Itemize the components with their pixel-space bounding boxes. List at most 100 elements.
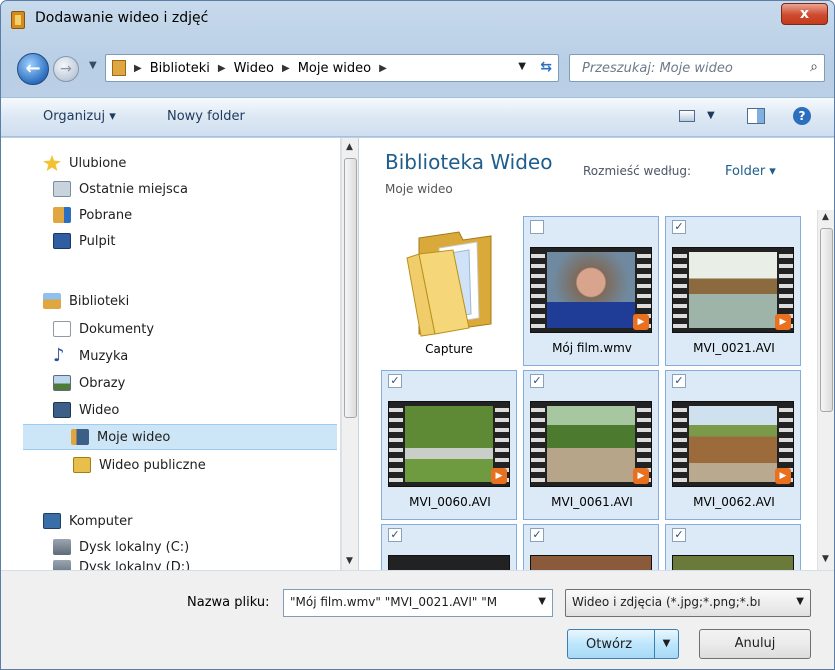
nav-label: Obrazy — [79, 375, 126, 391]
close-button[interactable]: x — [781, 3, 828, 25]
nav-label: Moje wideo — [97, 429, 171, 445]
title-bar[interactable]: Dodawanie wideo i zdjęć x — [1, 1, 834, 39]
video-item[interactable]: ▶ Mój film.wmv — [523, 216, 659, 366]
search-placeholder: Przeszukaj: Moje wideo — [582, 61, 733, 76]
item-checkbox[interactable]: ✓ — [672, 220, 686, 234]
organize-button[interactable]: Organizuj ▾ — [43, 109, 116, 124]
scroll-up-icon[interactable]: ▲ — [822, 212, 829, 222]
preview-pane-icon[interactable] — [747, 108, 765, 124]
nav-label: Dysk lokalny (C:) — [79, 539, 190, 555]
play-icon: ▶ — [775, 468, 791, 484]
recent-places-icon — [53, 181, 71, 197]
library-icon — [112, 60, 126, 76]
video-thumbnail: ▶ — [672, 401, 794, 487]
recent-pages-dropdown-icon[interactable]: ▼ — [89, 60, 97, 71]
video-item[interactable]: ✓ ▶ MVI_0021.AVI — [665, 216, 801, 366]
search-input[interactable]: Przeszukaj: Moje wideo ⌕ — [569, 54, 825, 82]
address-dropdown-icon[interactable]: ▼ — [518, 61, 526, 72]
video-item[interactable]: ✓ ▶ MVI_0060.AVI — [381, 370, 517, 520]
file-list: Biblioteka Wideo Moje wideo Rozmieść wed… — [359, 138, 834, 573]
item-name: Capture — [425, 342, 473, 356]
nav-label: Muzyka — [79, 348, 129, 364]
breadcrumb-separator-icon[interactable]: ▶ — [218, 63, 226, 74]
item-checkbox[interactable]: ✓ — [530, 528, 544, 542]
video-thumbnail: ▶ — [672, 247, 794, 333]
video-item[interactable]: ✓ — [665, 524, 801, 573]
filename-label: Nazwa pliku: — [187, 595, 270, 610]
view-dropdown-icon[interactable]: ▼ — [707, 110, 715, 121]
filetype-select[interactable]: Wideo i zdjęcia (*.jpg;*.png;*.bı ▼ — [565, 589, 811, 617]
nav-label: Pobrane — [79, 207, 133, 223]
video-thumbnail: ▶ — [388, 401, 510, 487]
nav-item-libraries[interactable]: Biblioteki — [43, 288, 383, 314]
refresh-icon[interactable]: ⇆ — [540, 59, 552, 75]
nav-label: Komputer — [69, 513, 133, 529]
filename-input[interactable]: "Mój film.wmv" "MVI_0021.AVI" "M ▼ — [283, 589, 553, 617]
breadcrumb-item[interactable]: Moje wideo — [298, 61, 371, 76]
my-videos-icon — [71, 429, 89, 445]
item-checkbox[interactable]: ✓ — [672, 374, 686, 388]
star-icon — [43, 155, 61, 171]
item-checkbox[interactable]: ✓ — [388, 528, 402, 542]
item-name: MVI_0021.AVI — [693, 341, 775, 355]
change-view-icon[interactable] — [679, 110, 695, 122]
breadcrumb-separator-icon[interactable]: ▶ — [379, 63, 387, 74]
breadcrumb-item[interactable]: Biblioteki — [150, 61, 210, 76]
scroll-up-icon[interactable]: ▲ — [346, 142, 353, 152]
nav-label: Wideo — [79, 402, 120, 418]
navigation-scrollbar[interactable]: ▲ ▼ — [341, 138, 358, 570]
nav-item-my-videos[interactable]: Moje wideo — [23, 424, 337, 450]
breadcrumb-item[interactable]: Wideo — [234, 61, 274, 76]
filename-value[interactable]: "Mój film.wmv" "MVI_0021.AVI" "M — [290, 595, 524, 609]
video-item[interactable]: ✓ ▶ MVI_0062.AVI — [665, 370, 801, 520]
open-options-dropdown-icon[interactable]: ▼ — [654, 630, 678, 658]
arrange-by-label: Rozmieść według: — [583, 164, 691, 178]
scroll-down-icon[interactable]: ▼ — [822, 554, 829, 564]
item-checkbox[interactable]: ✓ — [388, 374, 402, 388]
video-thumbnail: ▶ — [530, 401, 652, 487]
help-icon[interactable]: ? — [793, 107, 811, 125]
filetype-value: Wideo i zdjęcia (*.jpg;*.png;*.bı — [572, 595, 761, 609]
scrollbar-thumb[interactable] — [344, 158, 357, 418]
item-name: MVI_0060.AVI — [409, 495, 491, 509]
address-bar[interactable]: ▶ Biblioteki ▶ Wideo ▶ Moje wideo ▶ ▼ ⇆ — [105, 54, 559, 82]
app-icon — [11, 11, 25, 29]
item-checkbox[interactable]: ✓ — [672, 528, 686, 542]
back-button[interactable]: ← — [17, 53, 49, 85]
filetype-dropdown-icon[interactable]: ▼ — [796, 596, 804, 607]
documents-icon — [53, 321, 71, 337]
cancel-button[interactable]: Anuluj — [699, 629, 811, 659]
open-button-label: Otwórz — [586, 637, 633, 652]
search-icon[interactable]: ⌕ — [810, 59, 818, 75]
video-item[interactable]: ✓ — [523, 524, 659, 573]
new-folder-button[interactable]: Nowy folder — [167, 109, 245, 124]
library-subtitle: Moje wideo — [385, 182, 453, 196]
nav-label: Wideo publiczne — [99, 457, 206, 473]
arrange-by-dropdown[interactable]: Folder ▾ — [725, 164, 776, 179]
navigation-pane: Ulubione Ostatnie miejsca Pobrane Pulpit… — [1, 138, 341, 570]
breadcrumb-separator-icon[interactable]: ▶ — [282, 63, 290, 74]
scrollbar-thumb[interactable] — [820, 228, 833, 412]
open-button[interactable]: Otwórz ▼ — [567, 629, 679, 659]
folder-icon — [73, 457, 91, 473]
file-list-scrollbar[interactable]: ▲ ▼ — [817, 210, 834, 570]
filename-dropdown-icon[interactable]: ▼ — [538, 596, 546, 607]
breadcrumb: ▶ Biblioteki ▶ Wideo ▶ Moje wideo ▶ — [134, 61, 387, 76]
scroll-down-icon[interactable]: ▼ — [346, 556, 353, 566]
item-checkbox[interactable] — [530, 220, 544, 234]
music-note-icon: ♪ — [53, 345, 65, 366]
folder-icon — [406, 231, 492, 337]
breadcrumb-separator-icon[interactable]: ▶ — [134, 63, 142, 74]
forward-button[interactable]: → — [53, 56, 79, 82]
nav-item-favorites[interactable]: Ulubione — [43, 150, 383, 176]
dialog-footer: Nazwa pliku: "Mój film.wmv" "MVI_0021.AV… — [1, 570, 834, 669]
desktop-icon — [53, 233, 71, 249]
play-icon: ▶ — [633, 314, 649, 330]
video-item[interactable]: ✓ — [381, 524, 517, 573]
open-file-dialog: Dodawanie wideo i zdjęć x ← → ▼ ▶ Biblio… — [0, 0, 835, 670]
nav-label: Pulpit — [79, 233, 116, 249]
video-item[interactable]: ✓ ▶ MVI_0061.AVI — [523, 370, 659, 520]
nav-item-computer[interactable]: Komputer — [43, 508, 383, 534]
item-checkbox[interactable]: ✓ — [530, 374, 544, 388]
folder-item[interactable]: Capture — [381, 216, 517, 366]
